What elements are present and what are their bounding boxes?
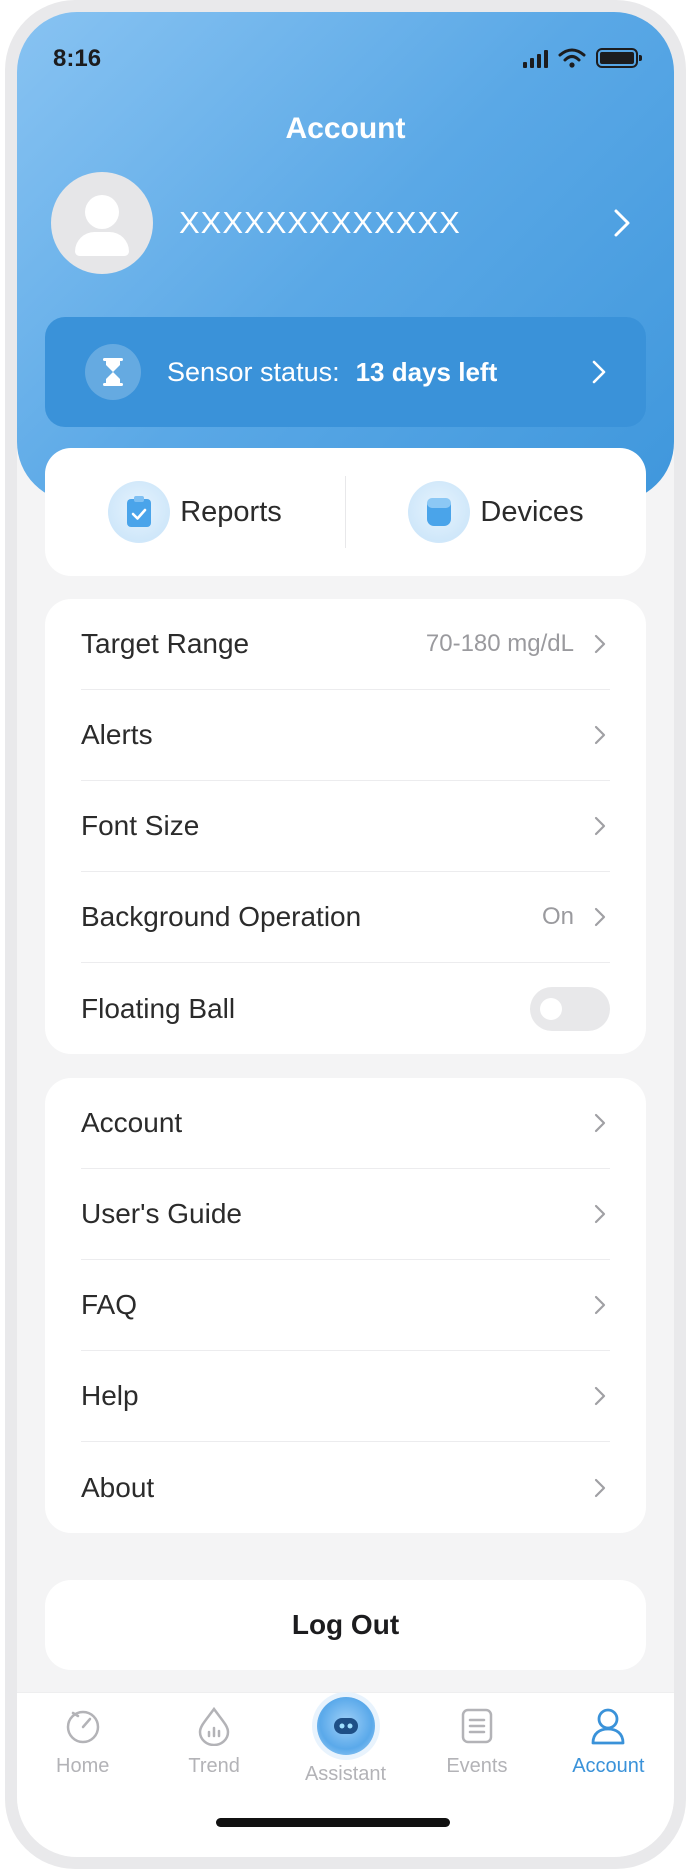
- tab-bar: Home Trend Assistant Events Account: [17, 1692, 674, 1857]
- events-list-icon: [456, 1705, 498, 1747]
- alerts-label: Alerts: [81, 719, 153, 750]
- cellular-signal-icon: [523, 48, 548, 68]
- trend-drop-icon: [193, 1705, 235, 1747]
- background-operation-row[interactable]: Background Operation On: [81, 872, 610, 963]
- chevron-right-icon: [604, 205, 640, 241]
- background-operation-label: Background Operation: [81, 901, 362, 932]
- chevron-right-icon: [592, 360, 606, 384]
- faq-label: FAQ: [81, 1289, 138, 1320]
- tab-account-label: Account: [572, 1755, 645, 1777]
- chevron-right-icon: [590, 1109, 610, 1137]
- phone-frame: 8:16 Account XXXXXXXXXXXXX Sensor status…: [5, 0, 686, 1869]
- chevron-right-icon: [590, 630, 610, 658]
- floating-ball-label: Floating Ball: [81, 992, 236, 1024]
- assistant-robot-icon: [316, 1697, 375, 1755]
- page-title: Account: [285, 112, 406, 145]
- reports-label: Reports: [180, 495, 282, 528]
- tab-events-label: Events: [446, 1755, 508, 1777]
- about-label: About: [81, 1471, 155, 1503]
- battery-icon: [596, 48, 642, 68]
- app-screen: 8:16 Account XXXXXXXXXXXXX Sensor status…: [17, 12, 674, 1857]
- chevron-right-icon: [590, 1200, 610, 1228]
- faq-row[interactable]: FAQ: [81, 1260, 610, 1351]
- chevron-right-icon: [590, 721, 610, 749]
- tab-home[interactable]: Home: [17, 1693, 148, 1803]
- clipboard-check-icon: [108, 481, 171, 543]
- logout-label: Log Out: [291, 1609, 400, 1640]
- users-guide-row[interactable]: User's Guide: [81, 1169, 610, 1260]
- help-row[interactable]: Help: [81, 1351, 610, 1442]
- background-operation-value: On: [541, 903, 574, 930]
- tab-events[interactable]: Events: [411, 1693, 542, 1803]
- sensor-status-label: Sensor status:: [167, 356, 340, 387]
- chevron-right-icon: [590, 1474, 610, 1502]
- sensor-status-banner[interactable]: Sensor status: 13 days left: [45, 317, 646, 427]
- profile-row[interactable]: XXXXXXXXXXXXX: [51, 172, 640, 274]
- target-range-row[interactable]: Target Range 70-180 mg/dL: [81, 599, 610, 690]
- floating-ball-row: Floating Ball: [81, 963, 610, 1054]
- target-range-label: Target Range: [81, 628, 250, 659]
- quick-actions-card: Reports Devices: [45, 448, 646, 576]
- alerts-row[interactable]: Alerts: [81, 690, 610, 781]
- chevron-right-icon: [590, 1291, 610, 1319]
- tab-home-label: Home: [56, 1755, 110, 1777]
- chevron-right-icon: [590, 903, 610, 931]
- home-gauge-icon: [62, 1705, 104, 1747]
- avatar: [51, 172, 153, 274]
- menu-card: Account User's Guide FAQ Help About: [45, 1078, 646, 1533]
- account-person-icon: [587, 1705, 629, 1747]
- status-time: 8:16: [53, 45, 102, 72]
- status-icons: [523, 48, 642, 68]
- floating-ball-toggle[interactable]: [530, 986, 610, 1031]
- help-label: Help: [81, 1380, 139, 1411]
- tab-account[interactable]: Account: [543, 1693, 674, 1803]
- tab-assistant-label: Assistant: [304, 1763, 387, 1785]
- sensor-days-left: 13 days left: [355, 356, 498, 387]
- devices-label: Devices: [480, 495, 584, 528]
- about-row[interactable]: About: [81, 1442, 610, 1533]
- tab-trend-label: Trend: [188, 1755, 240, 1777]
- hourglass-icon: [85, 344, 141, 400]
- font-size-label: Font Size: [81, 810, 200, 841]
- tab-trend[interactable]: Trend: [148, 1693, 279, 1803]
- chevron-right-icon: [590, 812, 610, 840]
- account-row[interactable]: Account: [81, 1078, 610, 1169]
- reports-button[interactable]: Reports: [45, 448, 345, 576]
- logout-button[interactable]: Log Out: [45, 1580, 646, 1670]
- settings-card: Target Range 70-180 mg/dL Alerts Font Si…: [45, 599, 646, 1054]
- users-guide-label: User's Guide: [81, 1198, 242, 1229]
- devices-button[interactable]: Devices: [346, 448, 646, 576]
- tab-assistant[interactable]: Assistant: [280, 1693, 411, 1803]
- sensor-device-icon: [408, 481, 471, 543]
- chevron-right-icon: [590, 1382, 610, 1410]
- target-range-value: 70-180 mg/dL: [425, 630, 574, 657]
- account-label: Account: [81, 1107, 183, 1138]
- profile-name: XXXXXXXXXXXXX: [179, 205, 461, 240]
- font-size-row[interactable]: Font Size: [81, 781, 610, 872]
- home-indicator[interactable]: [216, 1818, 450, 1827]
- wifi-icon: [558, 48, 586, 68]
